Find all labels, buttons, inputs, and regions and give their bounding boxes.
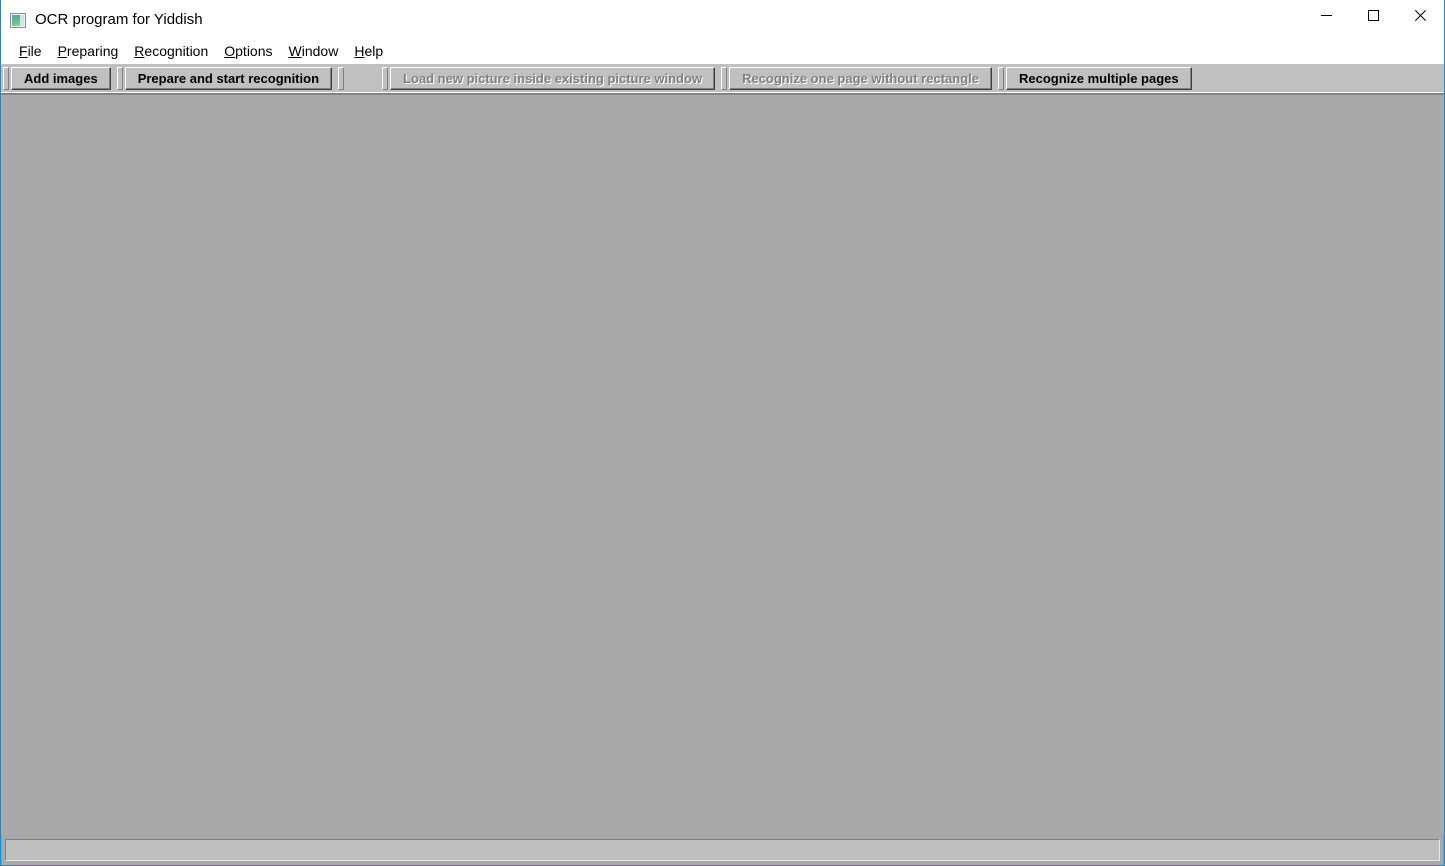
application-window: OCR program for Yiddish File Preparing R… <box>0 0 1445 866</box>
toolbar-grip-icon[interactable] <box>382 67 389 90</box>
menu-item-preparing[interactable]: Preparing <box>50 41 127 61</box>
maximize-button[interactable] <box>1350 0 1397 31</box>
toolbar-band-gap <box>336 66 380 91</box>
menu-item-options[interactable]: Options <box>216 41 280 61</box>
toolbar-band-4: Recognize one page without rectangle <box>719 66 996 91</box>
recognize-one-page-without-rectangle-button: Recognize one page without rectangle <box>729 67 992 90</box>
title-bar-left: OCR program for Yiddish <box>1 5 203 35</box>
menu-item-file[interactable]: File <box>11 41 50 61</box>
load-new-picture-button: Load new picture inside existing picture… <box>390 67 716 90</box>
maximize-icon <box>1368 10 1379 21</box>
menu-item-recognition[interactable]: Recognition <box>126 41 216 61</box>
toolbar-band-5: Recognize multiple pages <box>996 66 1196 91</box>
toolbar-band-1: Add images <box>1 66 115 91</box>
menu-item-window[interactable]: Window <box>281 41 347 61</box>
status-bar <box>1 835 1444 865</box>
close-icon <box>1415 10 1426 21</box>
toolbar-grip-icon[interactable] <box>338 67 345 90</box>
toolbar-band-2: Prepare and start recognition <box>115 66 336 91</box>
menu-item-help[interactable]: Help <box>346 41 391 61</box>
toolbar-grip-icon[interactable] <box>997 67 1004 90</box>
window-title: OCR program for Yiddish <box>35 11 203 28</box>
picture-icon-thumbnail <box>12 14 20 26</box>
menu-bar: File Preparing Recognition Options Windo… <box>1 39 1444 63</box>
toolbar: Add images Prepare and start recognition… <box>1 63 1444 94</box>
caption-button-group <box>1303 0 1444 31</box>
mdi-client-area[interactable] <box>1 94 1444 835</box>
toolbar-grip-icon[interactable] <box>721 67 728 90</box>
prepare-and-start-recognition-button[interactable]: Prepare and start recognition <box>124 67 333 90</box>
picture-document-icon <box>10 12 26 28</box>
add-images-button[interactable]: Add images <box>11 67 111 90</box>
close-button[interactable] <box>1397 0 1444 31</box>
toolbar-grip-icon[interactable] <box>3 67 9 90</box>
minimize-button[interactable] <box>1303 0 1350 31</box>
recognize-multiple-pages-button[interactable]: Recognize multiple pages <box>1005 67 1192 90</box>
minimize-icon <box>1321 15 1332 16</box>
status-bar-pane <box>5 839 1440 861</box>
title-bar[interactable]: OCR program for Yiddish <box>1 0 1444 39</box>
picture-icon-page <box>20 14 24 26</box>
toolbar-grip-icon[interactable] <box>116 67 123 90</box>
toolbar-band-3: Load new picture inside existing picture… <box>380 66 719 91</box>
